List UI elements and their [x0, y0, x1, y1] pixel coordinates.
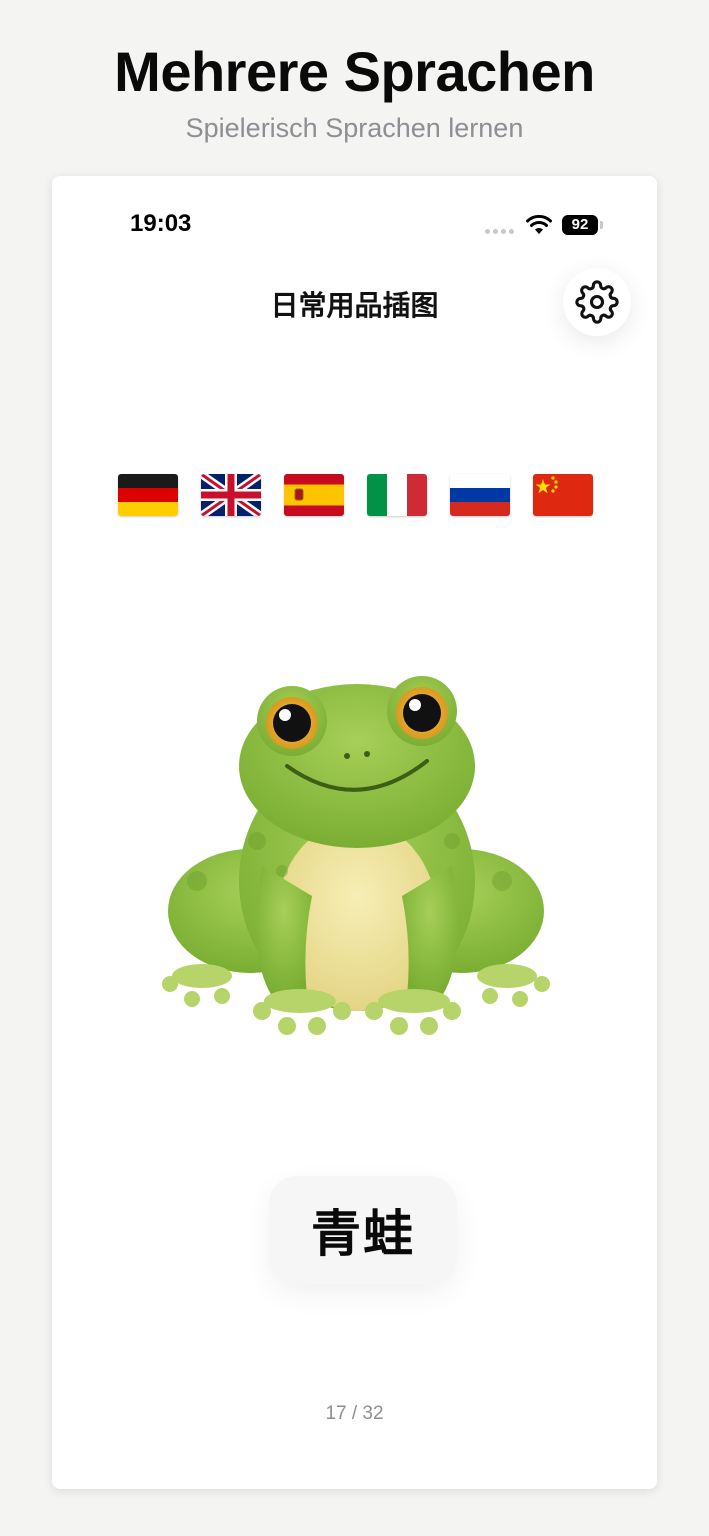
- phone-screen: 19:03 92 日常用品插图 青蛙 17 / 32: [52, 176, 657, 1489]
- battery-indicator: 92: [562, 215, 598, 235]
- germany-flag-icon: [118, 474, 178, 516]
- settings-button[interactable]: [563, 268, 631, 336]
- russia-flag-icon: [450, 474, 510, 516]
- flag-russia-button[interactable]: [450, 474, 510, 516]
- battery-tip: [600, 221, 603, 229]
- status-time: 19:03: [130, 210, 192, 237]
- promo-title: Mehrere Sprachen: [114, 40, 595, 103]
- frog-illustration: [152, 666, 557, 1066]
- gear-icon: [575, 280, 619, 324]
- cellular-signal-icon: [485, 229, 517, 234]
- word-card[interactable]: 青蛙: [269, 1176, 457, 1284]
- flag-italy-button[interactable]: [367, 474, 427, 516]
- china-flag-icon: [533, 474, 593, 516]
- uk-flag-icon: [201, 474, 261, 516]
- spain-flag-icon: [284, 474, 344, 516]
- frog-image: [162, 676, 550, 1035]
- flag-china-button[interactable]: [533, 474, 593, 516]
- wifi-icon: [526, 214, 552, 234]
- italy-flag-icon: [367, 474, 427, 516]
- page-counter: 17 / 32: [325, 1403, 384, 1424]
- language-selector: [118, 474, 598, 518]
- promo-subtitle: Spielerisch Sprachen lernen: [185, 113, 524, 143]
- flag-germany-button[interactable]: [118, 474, 178, 516]
- flag-uk-button[interactable]: [201, 474, 261, 516]
- flag-spain-button[interactable]: [284, 474, 344, 516]
- word-label: 青蛙: [311, 1206, 415, 1262]
